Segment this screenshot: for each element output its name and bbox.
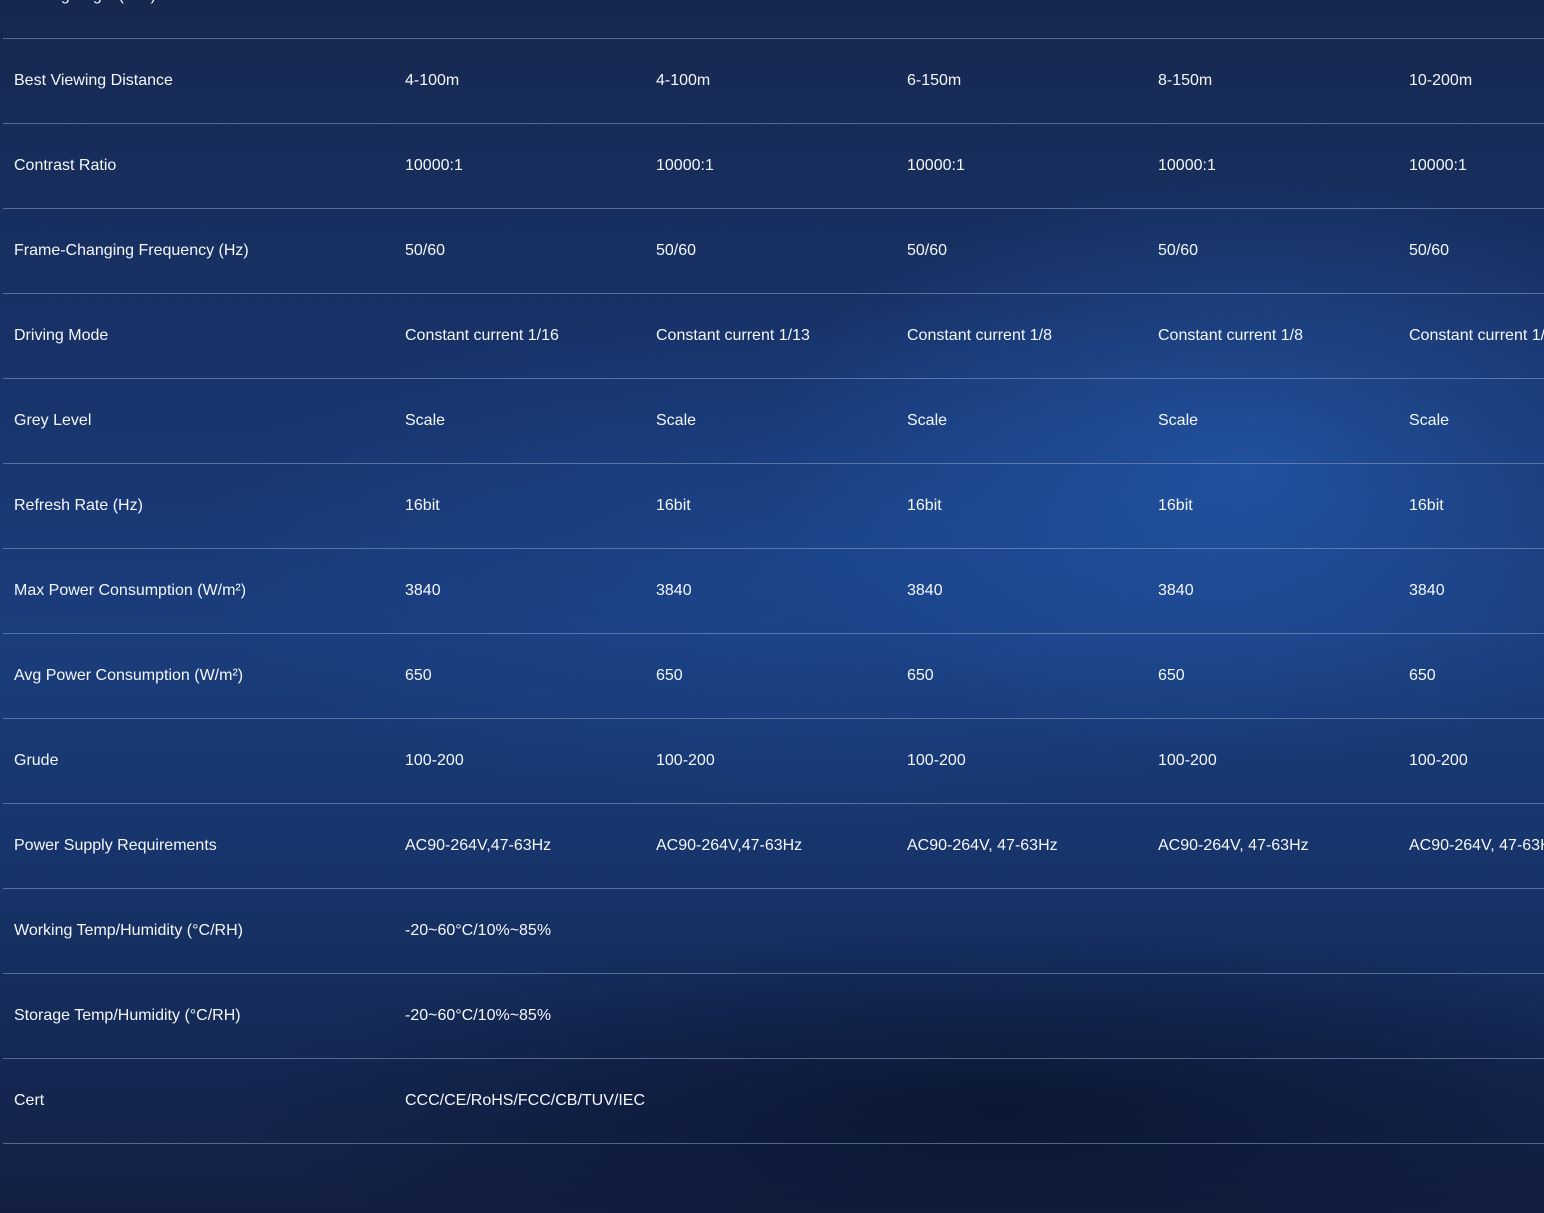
table-row: Max Power Consumption (W/m²) 3840 3840 3… bbox=[3, 548, 1544, 634]
cell-value: Constant current 1/13 bbox=[646, 293, 897, 379]
cell-value: 10000:1 bbox=[897, 123, 1148, 209]
table-row: Viewing Angle (H/V) 140°/160° 140°/160° … bbox=[3, 0, 1544, 39]
cell-value: 10000:1 bbox=[1399, 123, 1544, 209]
cell-value: 16bit bbox=[1148, 463, 1399, 549]
cell-value: 16bit bbox=[395, 463, 646, 549]
cell-value: -20~60°C/10%~85% bbox=[395, 888, 1544, 974]
cell-value: AC90-264V, 47-63Hz bbox=[1399, 803, 1544, 889]
cell-value: 16bit bbox=[646, 463, 897, 549]
cell-value: 4-100m bbox=[646, 38, 897, 124]
cell-value: 10-200m bbox=[1399, 38, 1544, 124]
cell-value: 140°/160° bbox=[1399, 0, 1544, 39]
cell-value: AC90-264V, 47-63Hz bbox=[897, 803, 1148, 889]
cell-value: AC90-264V,47-63Hz bbox=[395, 803, 646, 889]
cell-value: 10000:1 bbox=[395, 123, 646, 209]
cell-value: 3840 bbox=[1399, 548, 1544, 634]
cell-value: 650 bbox=[1399, 633, 1544, 719]
cell-value: Scale bbox=[1148, 378, 1399, 464]
table-row: Grey Level Scale Scale Scale Scale Scale bbox=[3, 378, 1544, 464]
table-row: Cert CCC/CE/RoHS/FCC/CB/TUV/IEC bbox=[3, 1058, 1544, 1144]
cell-value: 8-150m bbox=[1148, 38, 1399, 124]
cell-value: 50/60 bbox=[395, 208, 646, 294]
cell-value: 140°/160° bbox=[395, 0, 646, 39]
cell-value: 4-100m bbox=[395, 38, 646, 124]
table-row: Refresh Rate (Hz) 16bit 16bit 16bit 16bi… bbox=[3, 463, 1544, 549]
cell-value: 10000:1 bbox=[1148, 123, 1399, 209]
cell-value: 140°/160° bbox=[1148, 0, 1399, 39]
row-label: Cert bbox=[3, 1058, 395, 1144]
cell-value: 16bit bbox=[1399, 463, 1544, 549]
cell-value: 100-200 bbox=[897, 718, 1148, 804]
row-label: Contrast Ratio bbox=[3, 123, 395, 209]
cell-value: Scale bbox=[395, 378, 646, 464]
cell-value: 10000:1 bbox=[646, 123, 897, 209]
table-row: Avg Power Consumption (W/m²) 650 650 650… bbox=[3, 633, 1544, 719]
cell-value: 3840 bbox=[897, 548, 1148, 634]
table-row: Storage Temp/Humidity (°C/RH) -20~60°C/1… bbox=[3, 973, 1544, 1059]
cell-value: 50/60 bbox=[646, 208, 897, 294]
cell-value: 3840 bbox=[1148, 548, 1399, 634]
cell-value: 50/60 bbox=[1399, 208, 1544, 294]
table-row: Power Supply Requirements AC90-264V,47-6… bbox=[3, 803, 1544, 889]
cell-value: Constant current 1/16 bbox=[395, 293, 646, 379]
cell-value: 650 bbox=[897, 633, 1148, 719]
cell-value: 100-200 bbox=[1148, 718, 1399, 804]
row-label: Refresh Rate (Hz) bbox=[3, 463, 395, 549]
cell-value: Constant current 1/8 bbox=[1148, 293, 1399, 379]
cell-value: 650 bbox=[395, 633, 646, 719]
row-label: Grey Level bbox=[3, 378, 395, 464]
row-label: Storage Temp/Humidity (°C/RH) bbox=[3, 973, 395, 1059]
cell-value: 50/60 bbox=[1148, 208, 1399, 294]
cell-value: 100-200 bbox=[646, 718, 897, 804]
cell-value: 3840 bbox=[646, 548, 897, 634]
cell-value: 140°/160° bbox=[897, 0, 1148, 39]
cell-value: 100-200 bbox=[395, 718, 646, 804]
row-label: Grude bbox=[3, 718, 395, 804]
cell-value: 3840 bbox=[395, 548, 646, 634]
cell-value: 650 bbox=[646, 633, 897, 719]
cell-value: Constant current 1/8 bbox=[1399, 293, 1544, 379]
cell-value: Scale bbox=[646, 378, 897, 464]
row-label: Best Viewing Distance bbox=[3, 38, 395, 124]
cell-value: 50/60 bbox=[897, 208, 1148, 294]
spec-table: Viewing Angle (H/V) 140°/160° 140°/160° … bbox=[3, 0, 1544, 1144]
cell-value: 6-150m bbox=[897, 38, 1148, 124]
row-label: Driving Mode bbox=[3, 293, 395, 379]
cell-value: AC90-264V,47-63Hz bbox=[646, 803, 897, 889]
table-row: Grude 100-200 100-200 100-200 100-200 10… bbox=[3, 718, 1544, 804]
cell-value: Scale bbox=[897, 378, 1148, 464]
table-row: Working Temp/Humidity (°C/RH) -20~60°C/1… bbox=[3, 888, 1544, 974]
cell-value: 16bit bbox=[897, 463, 1148, 549]
cell-value: Scale bbox=[1399, 378, 1544, 464]
row-label: Max Power Consumption (W/m²) bbox=[3, 548, 395, 634]
cell-value: 140°/160° bbox=[646, 0, 897, 39]
row-label: Working Temp/Humidity (°C/RH) bbox=[3, 888, 395, 974]
table-row: Driving Mode Constant current 1/16 Const… bbox=[3, 293, 1544, 379]
cell-value: AC90-264V, 47-63Hz bbox=[1148, 803, 1399, 889]
row-label: Avg Power Consumption (W/m²) bbox=[3, 633, 395, 719]
cell-value: Constant current 1/8 bbox=[897, 293, 1148, 379]
row-label: Frame-Changing Frequency (Hz) bbox=[3, 208, 395, 294]
row-label: Power Supply Requirements bbox=[3, 803, 395, 889]
table-row: Frame-Changing Frequency (Hz) 50/60 50/6… bbox=[3, 208, 1544, 294]
table-row: Best Viewing Distance 4-100m 4-100m 6-15… bbox=[3, 38, 1544, 124]
table-row: Contrast Ratio 10000:1 10000:1 10000:1 1… bbox=[3, 123, 1544, 209]
cell-value: 650 bbox=[1148, 633, 1399, 719]
cell-value: 100-200 bbox=[1399, 718, 1544, 804]
cell-value: CCC/CE/RoHS/FCC/CB/TUV/IEC bbox=[395, 1058, 1544, 1144]
row-label: Viewing Angle (H/V) bbox=[3, 0, 395, 39]
cell-value: -20~60°C/10%~85% bbox=[395, 973, 1544, 1059]
